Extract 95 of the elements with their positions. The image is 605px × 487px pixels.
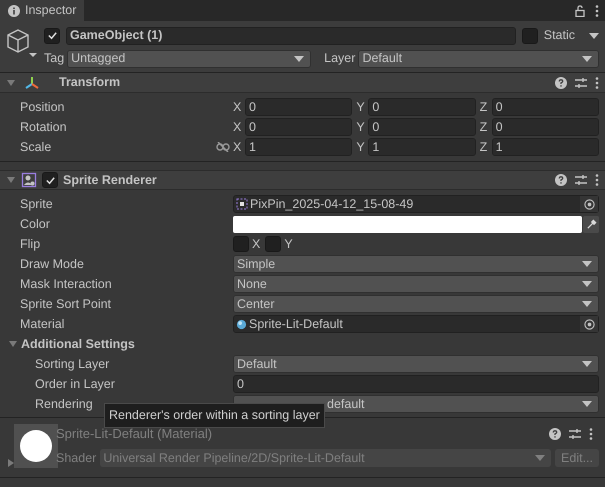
tooltip: Renderer's order within a sorting layer (104, 403, 325, 428)
sprite-renderer-icon (21, 172, 37, 188)
object-picker-icon[interactable] (584, 318, 594, 330)
number-field[interactable]: 1 (245, 138, 352, 156)
foldout-arrow-icon[interactable] (6, 175, 16, 185)
checkmark-icon (44, 174, 56, 186)
dropdown[interactable]: Default (358, 50, 599, 68)
axis-label: Z (480, 118, 488, 136)
axis-label: Z (480, 138, 488, 156)
dropdown-arrow-icon (582, 361, 592, 367)
property-label: Position (19, 98, 66, 116)
presets-icon[interactable] (575, 174, 587, 186)
axis-label: X (233, 118, 242, 136)
sphere-icon (236, 318, 247, 330)
dropdown-arrow-icon (582, 401, 592, 407)
axis-label: X (252, 236, 260, 253)
enabled-checkbox[interactable] (42, 172, 58, 188)
axis-label: X (233, 98, 242, 116)
inspector-tab[interactable]: Inspector (0, 0, 84, 21)
active-checkbox[interactable] (44, 28, 60, 44)
object-picker-icon[interactable] (584, 198, 594, 210)
name-field[interactable]: GameObject (1) (66, 26, 516, 44)
material-title: Sprite-Lit-Default (Material) (56, 425, 212, 444)
number-field[interactable]: 0 (368, 118, 476, 136)
number-field[interactable]: 1 (368, 138, 476, 156)
property-label: Draw Mode (19, 256, 85, 273)
tag-label: Tag (44, 50, 64, 68)
help-icon[interactable] (549, 428, 561, 440)
material-preview-icon (19, 429, 53, 463)
property-label: Rotation (19, 118, 68, 136)
more-options-icon[interactable] (595, 4, 599, 16)
component-title[interactable]: Transform (59, 73, 120, 92)
foldout-arrow-icon[interactable] (8, 339, 18, 349)
static-label: Static (544, 27, 575, 44)
presets-icon[interactable] (569, 428, 581, 440)
dropdown-arrow-icon (535, 455, 546, 461)
checkmark-icon (46, 30, 58, 41)
property-label: Sprite Sort Point (19, 296, 112, 313)
foldout-arrow-icon[interactable] (6, 458, 16, 468)
static-checkbox[interactable] (522, 28, 538, 44)
property-label: Mask Interaction (19, 276, 113, 293)
dropdown-arrow-icon (294, 56, 304, 62)
dropdown-arrow-icon (582, 261, 592, 267)
object-field[interactable]: PixPin_2025-04-12_15-08-49 (233, 195, 599, 213)
axis-label: Z (480, 98, 488, 116)
number-field[interactable]: 0 (492, 98, 599, 116)
section-title[interactable]: Additional Settings (21, 334, 135, 354)
sprite-icon (236, 198, 248, 210)
help-icon[interactable] (555, 76, 567, 88)
color-swatch[interactable] (233, 216, 582, 232)
shader-label: Shader (56, 450, 96, 467)
flip-checkbox[interactable] (265, 236, 282, 252)
layer-label: Layer (324, 50, 356, 68)
dropdown[interactable]: Center (233, 295, 599, 313)
axis-label: Y (284, 236, 293, 253)
more-options-icon[interactable] (595, 174, 599, 186)
number-field[interactable]: 0 (233, 375, 599, 393)
number-field[interactable]: 0 (245, 118, 352, 136)
property-label: Scale (19, 138, 52, 156)
lock-icon[interactable] (575, 4, 585, 16)
more-options-icon[interactable] (589, 428, 593, 440)
dropdown[interactable]: None (233, 275, 599, 293)
axis-label: Y (356, 138, 366, 156)
dropdown-arrow-icon (589, 32, 599, 38)
property-label: Order in Layer (34, 376, 116, 393)
dropdown[interactable]: Simple (233, 255, 599, 273)
component-title[interactable]: Sprite Renderer (63, 170, 157, 190)
axis-label: X (233, 138, 242, 156)
help-icon[interactable] (555, 174, 567, 186)
dropdown-arrow-icon (582, 281, 592, 287)
presets-icon[interactable] (575, 76, 587, 88)
property-label: Color (19, 216, 51, 233)
more-options-icon[interactable] (595, 76, 599, 88)
flip-checkbox[interactable] (233, 236, 249, 252)
property-label: Sorting Layer (34, 356, 110, 373)
number-field[interactable]: 0 (492, 118, 599, 136)
eyedropper-icon[interactable] (586, 218, 596, 230)
property-label: Flip (19, 236, 42, 253)
property-label: Material (19, 316, 66, 333)
foldout-arrow-icon[interactable] (6, 78, 16, 88)
dropdown[interactable]: Untagged (67, 50, 312, 68)
dropdown[interactable]: Default (233, 355, 599, 373)
object-field[interactable]: Sprite-Lit-Default (233, 315, 599, 333)
property-label: Rendering (34, 396, 94, 413)
dropdown-arrow-icon (582, 301, 592, 307)
axis-label: Y (356, 118, 366, 136)
unlinked-chain-icon[interactable] (216, 142, 230, 152)
axis-label: Y (356, 98, 366, 116)
info-icon (8, 4, 20, 16)
property-label: Sprite (19, 196, 54, 213)
number-field[interactable]: 0 (245, 98, 352, 116)
transform-axes-icon (24, 76, 40, 90)
dropdown-arrow-icon (582, 56, 592, 62)
number-field[interactable]: 1 (492, 138, 599, 156)
number-field[interactable]: 0 (368, 98, 476, 116)
